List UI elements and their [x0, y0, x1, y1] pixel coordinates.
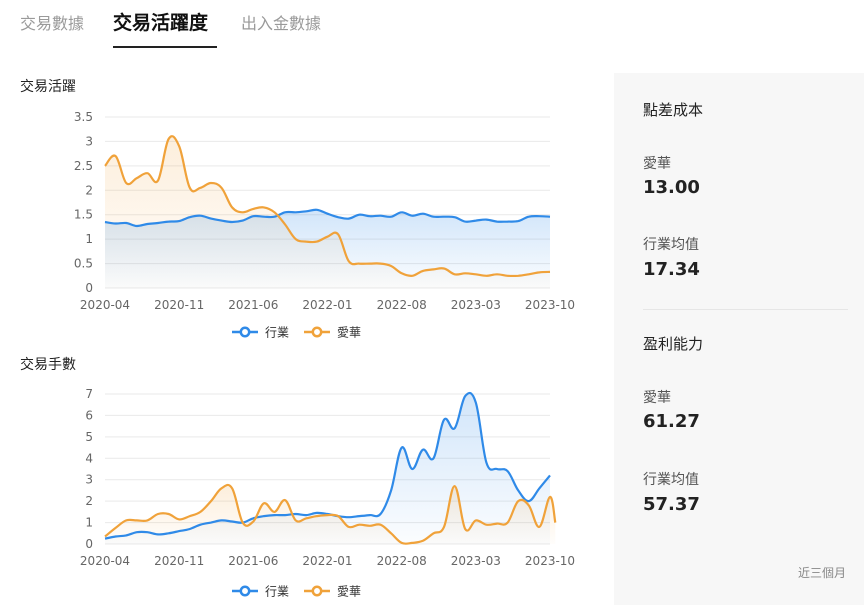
active-tab-underline: [113, 46, 217, 48]
legend-marker-icon: [311, 585, 323, 597]
y-tick-label: 6: [85, 408, 93, 422]
y-tick-label: 2: [85, 183, 93, 197]
x-tick-label: 2022-08: [377, 554, 427, 568]
tab-bar: 交易數據 交易活躍度 出入金數據: [0, 0, 620, 50]
y-tick-label: 0: [85, 281, 93, 295]
activity-chart: 0 0.5 1 1.5 2 2.5 3 3.5 2020-04 2020-11 2021-06 202…: [74, 110, 575, 340]
legend-marker-icon: [311, 326, 323, 338]
y-tick-label: 1: [85, 232, 93, 246]
legend-item-industry[interactable]: 行業: [232, 326, 289, 340]
y-tick-label: 7: [85, 387, 93, 401]
legend-item-company[interactable]: 愛華: [304, 326, 361, 340]
x-tick-label: 2023-10: [525, 298, 575, 312]
lots-chart: 0 1 2 3 4 5 6 7 2020-04 2020-11 2021-06 2022-01 2022…: [80, 387, 575, 599]
panel-divider: [643, 309, 848, 310]
legend-marker-icon: [239, 585, 251, 597]
y-tick-label: 3: [85, 134, 93, 148]
spread-company-value: 13.00: [643, 177, 700, 198]
spread-industry-value: 17.34: [643, 259, 700, 280]
y-tick-label: 5: [85, 430, 93, 444]
y-tick-label: 4: [85, 451, 93, 465]
y-tick-label: 3: [85, 473, 93, 487]
x-tick-label: 2020-11: [154, 554, 204, 568]
y-tick-label: 0.5: [74, 257, 93, 271]
profit-industry-label: 行業均值: [643, 472, 699, 488]
x-tick-label: 2023-03: [451, 298, 501, 312]
x-tick-label: 2021-06: [228, 298, 278, 312]
metrics-panel: 點差成本 愛華 13.00 行業均值 17.34 盈利能力 愛華 61.27 行…: [614, 73, 864, 605]
y-tick-label: 1.5: [74, 208, 93, 222]
profitability-title: 盈利能力: [643, 335, 704, 353]
spread-company-label: 愛華: [643, 156, 671, 172]
legend-label: 愛華: [337, 326, 361, 340]
y-tick-label: 3.5: [74, 110, 93, 124]
spread-industry-label: 行業均值: [643, 237, 699, 253]
x-tick-label: 2020-11: [154, 298, 204, 312]
x-tick-label: 2023-10: [525, 554, 575, 568]
x-tick-label: 2020-04: [80, 298, 130, 312]
tab-deposit-withdrawal-data[interactable]: 出入金數據: [241, 10, 321, 34]
x-tick-label: 2020-04: [80, 554, 130, 568]
period-footnote: 近三個月: [797, 566, 846, 580]
tab-trading-data[interactable]: 交易數據: [20, 10, 84, 34]
y-tick-label: 2.5: [74, 159, 93, 173]
x-tick-label: 2023-03: [451, 554, 501, 568]
legend-label: 行業: [265, 326, 289, 340]
legend-item-company[interactable]: 愛華: [304, 585, 361, 599]
profit-industry-value: 57.37: [643, 494, 700, 515]
legend-marker-icon: [239, 326, 251, 338]
spread-cost-title: 點差成本: [643, 101, 704, 119]
x-tick-label: 2022-08: [377, 298, 427, 312]
x-tick-label: 2022-01: [302, 298, 352, 312]
profit-company-label: 愛華: [643, 390, 671, 406]
y-tick-label: 1: [85, 516, 93, 530]
chart-title-lots: 交易手數: [20, 357, 76, 373]
profit-company-value: 61.27: [643, 411, 700, 432]
x-tick-label: 2021-06: [228, 554, 278, 568]
chart-title-activity: 交易活躍: [20, 79, 76, 95]
legend-label: 行業: [265, 585, 289, 599]
tab-trading-activity[interactable]: 交易活躍度: [113, 8, 208, 35]
x-tick-label: 2022-01: [302, 554, 352, 568]
legend-label: 愛華: [337, 585, 361, 599]
legend-item-industry[interactable]: 行業: [232, 585, 289, 599]
y-tick-label: 0: [85, 537, 93, 551]
y-tick-label: 2: [85, 494, 93, 508]
